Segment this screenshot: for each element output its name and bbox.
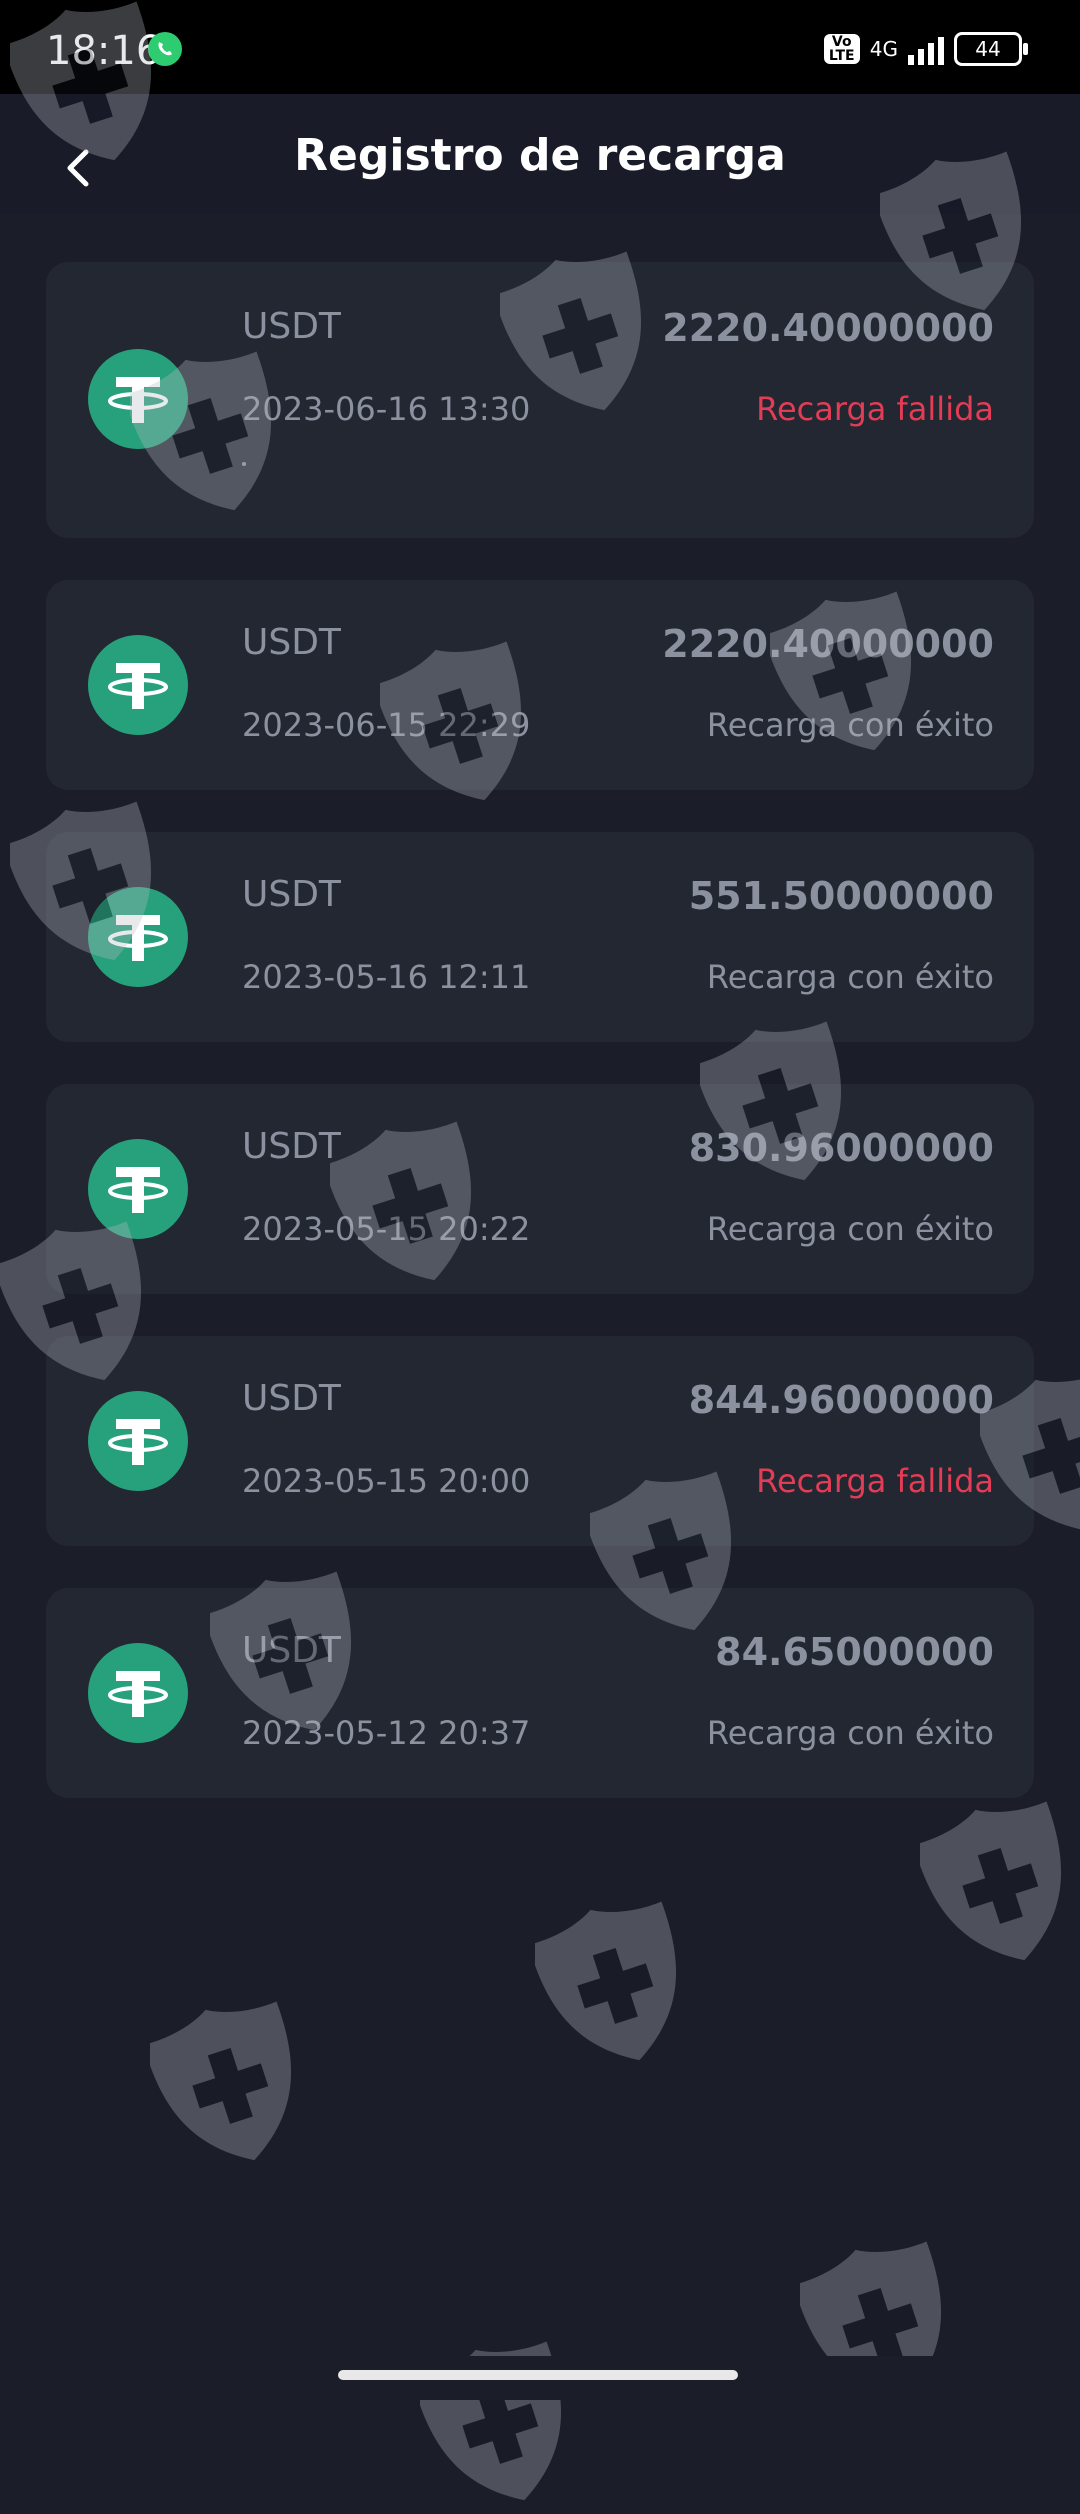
record-asset: USDT xyxy=(242,1630,341,1671)
record-amount: 844.96000000 xyxy=(688,1378,994,1422)
tether-usdt-icon xyxy=(88,1643,188,1743)
recharge-record-card[interactable]: USDT 84.65000000 2023-05-12 20:37 Recarg… xyxy=(46,1588,1034,1798)
recharge-record-card[interactable]: USDT 2220.40000000 2023-06-15 22:29 Reca… xyxy=(46,580,1034,790)
recharge-record-card[interactable]: USDT 2220.40000000 2023-06-16 13:30 Reca… xyxy=(46,262,1034,538)
recharge-record-card[interactable]: USDT 844.96000000 2023-05-15 20:00 Recar… xyxy=(46,1336,1034,1546)
status-badge: Recarga con éxito xyxy=(706,958,994,996)
record-amount: 2220.40000000 xyxy=(662,622,994,666)
record-asset: USDT xyxy=(242,1378,341,1419)
record-amount: 830.96000000 xyxy=(688,1126,994,1170)
record-datetime: 2023-05-16 12:11 xyxy=(242,958,531,996)
volte-top: Vo xyxy=(831,34,852,50)
record-datetime: 2023-05-15 20:22 xyxy=(242,1210,531,1248)
record-amount: 551.50000000 xyxy=(688,874,994,918)
record-asset: USDT xyxy=(242,874,341,915)
shield-cross-icon xyxy=(528,1900,695,2074)
status-badge: Recarga con éxito xyxy=(706,1210,994,1248)
record-datetime: 2023-06-15 22:29 xyxy=(242,706,531,744)
record-amount: 84.65000000 xyxy=(715,1630,994,1674)
home-indicator[interactable] xyxy=(338,2370,738,2380)
record-datetime: 2023-05-15 20:00 xyxy=(242,1462,531,1500)
status-badge: Recarga con éxito xyxy=(706,1714,994,1752)
status-badge: Recarga con éxito xyxy=(706,706,994,744)
tether-usdt-icon xyxy=(88,887,188,987)
tether-usdt-icon xyxy=(88,349,188,449)
record-asset: USDT xyxy=(242,306,341,347)
recharge-record-card[interactable]: USDT 551.50000000 2023-05-16 12:11 Recar… xyxy=(46,832,1034,1042)
status-badge: Recarga fallida xyxy=(756,390,994,428)
battery-level: 44 xyxy=(975,37,1001,61)
volte-icon: Vo LTE xyxy=(823,34,860,64)
network-type: 4G xyxy=(869,37,898,61)
status-indicators: Vo LTE 4G 44 xyxy=(823,26,1028,72)
app-header: Registro de recarga xyxy=(0,94,1080,214)
tether-usdt-icon xyxy=(88,635,188,735)
divider-dot xyxy=(242,462,246,466)
recharge-record-card[interactable]: USDT 830.96000000 2023-05-15 20:22 Recar… xyxy=(46,1084,1034,1294)
record-asset: USDT xyxy=(242,622,341,663)
record-amount: 2220.40000000 xyxy=(662,306,994,350)
record-datetime: 2023-05-12 20:37 xyxy=(242,1714,531,1752)
signal-icon xyxy=(908,33,944,65)
status-bar: 18:16 Vo LTE 4G 44 xyxy=(0,0,1080,94)
volte-bottom: LTE xyxy=(828,48,855,64)
tether-usdt-icon xyxy=(88,1139,188,1239)
shield-cross-icon xyxy=(143,2000,310,2174)
whatsapp-icon xyxy=(148,32,182,66)
tether-usdt-icon xyxy=(88,1391,188,1491)
battery-icon: 44 xyxy=(954,32,1028,66)
record-datetime: 2023-06-16 13:30 xyxy=(242,390,531,428)
status-time: 18:16 xyxy=(46,28,162,74)
status-badge: Recarga fallida xyxy=(756,1462,994,1500)
page-title: Registro de recarga xyxy=(294,130,786,181)
record-asset: USDT xyxy=(242,1126,341,1167)
recharge-record-list: USDT 2220.40000000 2023-06-16 13:30 Reca… xyxy=(46,262,1034,1840)
